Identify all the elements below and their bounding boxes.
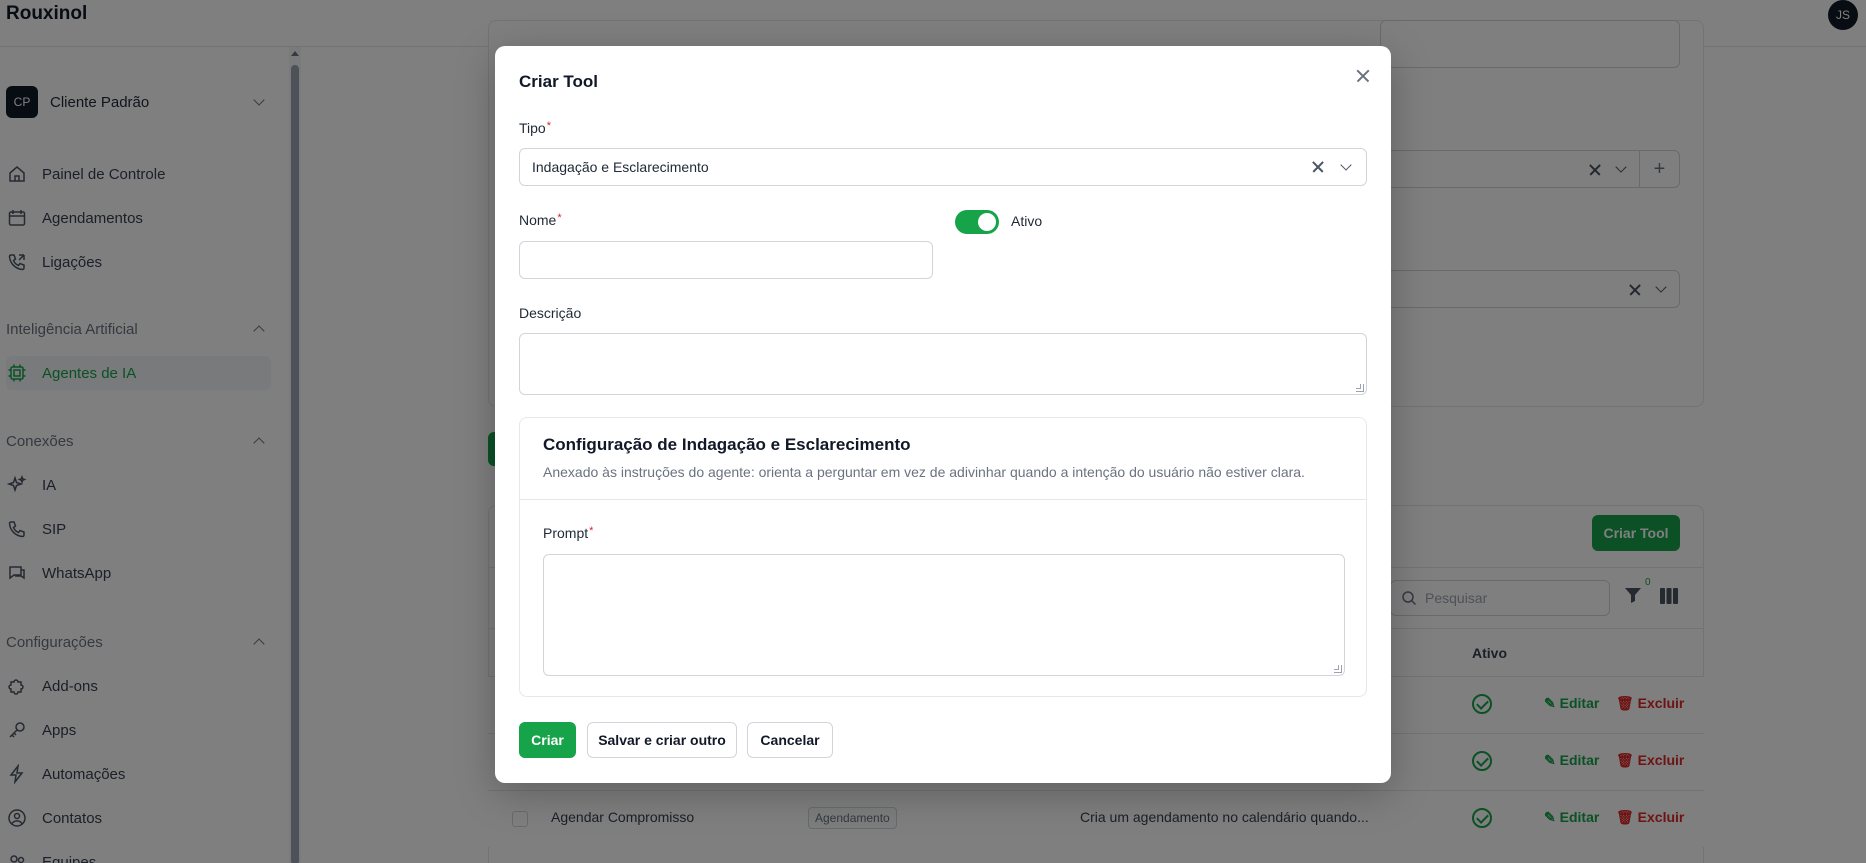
modal-title: Criar Tool [519,72,599,91]
active-toggle[interactable] [955,210,999,234]
name-label: Nome* [519,212,562,228]
prompt-textarea[interactable] [543,554,1345,676]
config-section: Configuração de Indagação e Esclarecimen… [519,417,1367,697]
description-label: Descrição [519,305,582,321]
config-header: Configuração de Indagação e Esclarecimen… [520,418,1366,500]
type-select-value: Indagação e Esclarecimento [532,159,709,175]
type-label: Tipo* [519,120,551,136]
config-description: Anexado às instruções do agente: orienta… [543,464,1305,480]
clear-icon[interactable] [1310,159,1326,175]
resize-handle[interactable] [1356,384,1364,392]
close-icon[interactable] [1351,64,1375,88]
cancel-button[interactable]: Cancelar [747,722,833,758]
create-tool-modal: Criar Tool Tipo* Indagação e Esclarecime… [495,46,1391,783]
type-select[interactable]: Indagação e Esclarecimento [519,148,1367,186]
create-button[interactable]: Criar [519,722,576,758]
config-title: Configuração de Indagação e Esclarecimen… [543,435,911,454]
description-textarea[interactable] [519,333,1367,395]
resize-handle[interactable] [1334,665,1342,673]
prompt-label: Prompt* [543,525,594,541]
active-label: Ativo [1011,213,1043,229]
save-and-create-another-button[interactable]: Salvar e criar outro [587,722,737,758]
chevron-down-icon[interactable] [1340,159,1352,171]
name-input[interactable] [519,241,933,279]
